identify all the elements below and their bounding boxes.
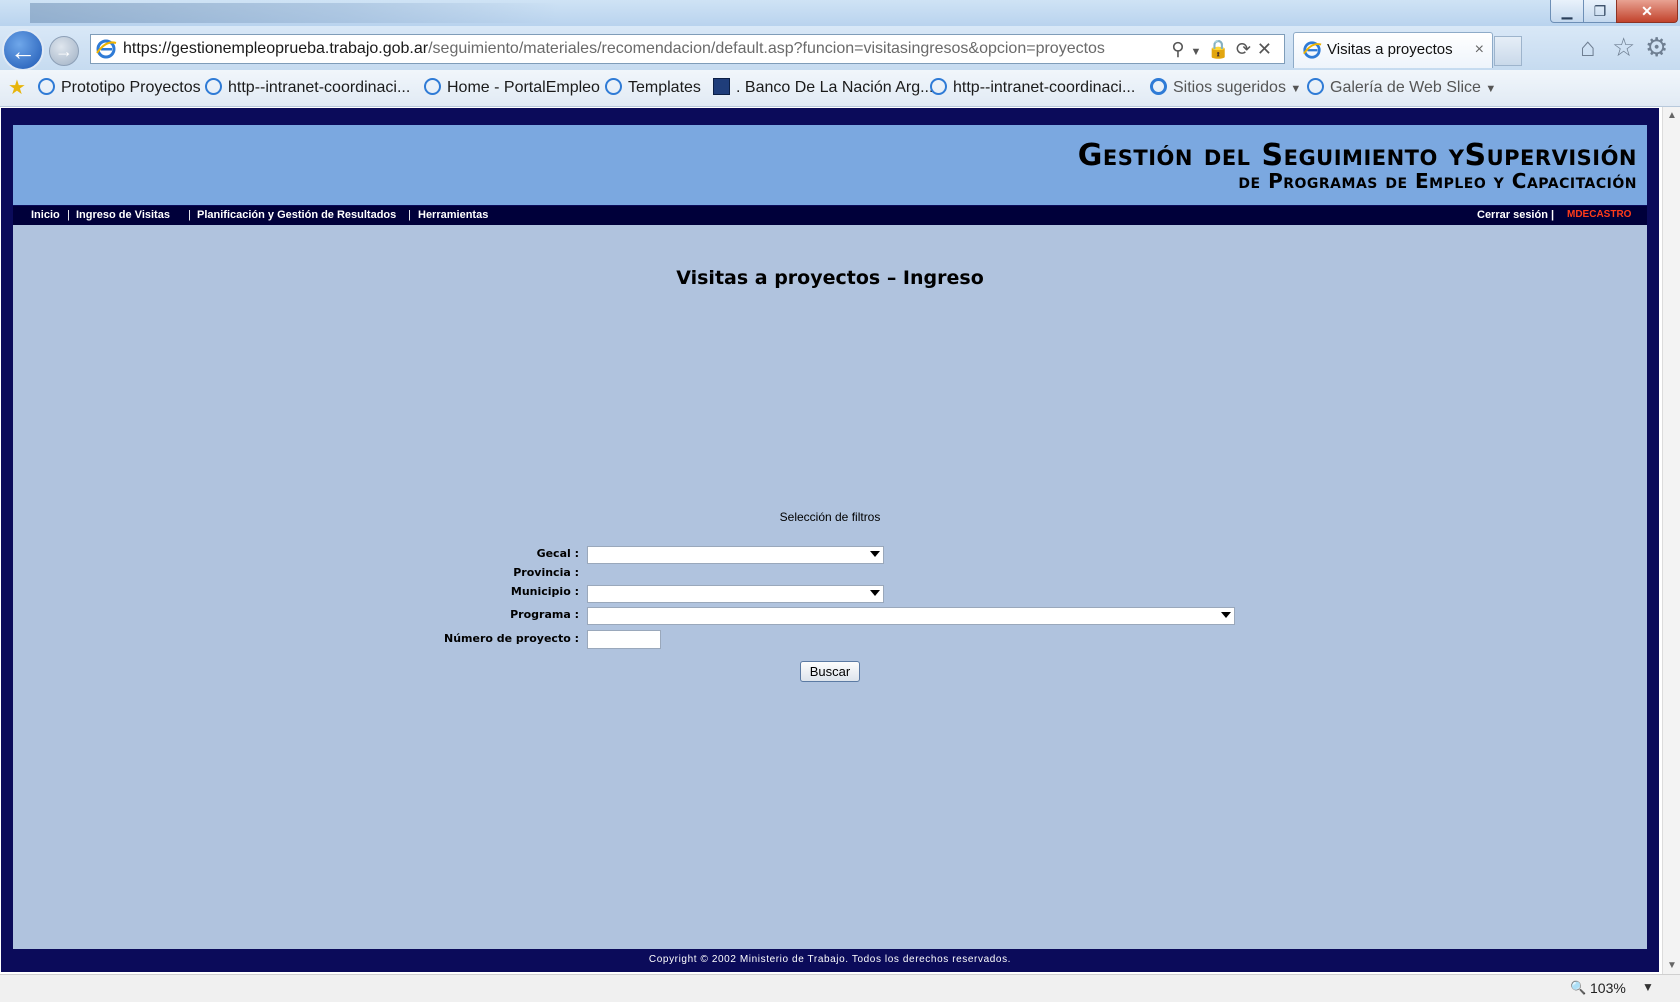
page-title: Visitas a proyectos – Ingreso [676, 267, 984, 289]
gecal-select[interactable] [587, 546, 884, 564]
stop-icon[interactable]: ✕ [1257, 39, 1278, 59]
gear-icon[interactable]: ⚙ [1645, 32, 1668, 63]
chevron-down-icon [1221, 612, 1231, 618]
ie-page-icon [424, 78, 441, 95]
ie-page-icon [605, 78, 622, 95]
dropdown-icon[interactable]: ▼ [1191, 46, 1208, 58]
refresh-icon[interactable]: ⟳ [1236, 39, 1257, 59]
vertical-scrollbar[interactable]: ▲ ▼ [1662, 107, 1680, 974]
scroll-down-icon[interactable]: ▼ [1667, 960, 1677, 971]
zoom-icon[interactable]: 🔍 [1570, 980, 1586, 996]
filters-heading: Selección de filtros [779, 510, 881, 524]
ie-page-icon [38, 78, 55, 95]
municipio-select[interactable] [587, 585, 884, 603]
browser-nav-bar: ← → https://gestionempleoprueba.trabajo.… [0, 26, 1680, 71]
ie-logo-icon [1150, 78, 1167, 95]
favorites-star-icon[interactable]: ☆ [1612, 32, 1635, 63]
footer: Copyright © 2002 Ministerio de Trabajo. … [13, 950, 1647, 970]
municipio-label: Municipio : [510, 585, 579, 598]
url-path: /seguimiento/materiales/recomendacion/de… [428, 40, 1105, 57]
favorite-label: Prototipo Proyectos [61, 79, 201, 96]
favorite-label: Galería de Web Slice [1330, 79, 1481, 96]
search-icon[interactable]: ⚲ [1171, 39, 1190, 59]
zoom-level[interactable]: 103% [1590, 980, 1626, 996]
menu-inicio[interactable]: Inicio [31, 209, 60, 221]
title-bar-ghost [30, 3, 560, 23]
lock-icon[interactable]: 🔒 [1207, 39, 1235, 59]
close-tab-icon[interactable]: × [1475, 33, 1484, 67]
scroll-up-icon[interactable]: ▲ [1667, 110, 1677, 121]
new-tab-button[interactable] [1494, 36, 1522, 66]
favorite-label: Templates [628, 79, 701, 96]
minimize-button[interactable]: ▁ [1550, 0, 1584, 23]
favorite-label: Sitios sugeridos [1173, 79, 1286, 96]
ie-page-icon [1307, 78, 1324, 95]
menu-separator: | [408, 209, 411, 221]
banner-title: Gestión del Seguimiento ySupervisión [1077, 138, 1637, 173]
numero-proyecto-label: Número de proyecto : [444, 632, 579, 645]
address-tools: ⚲▼🔒⟳✕ [1171, 35, 1278, 63]
favorite-link[interactable]: Templates [605, 78, 701, 98]
chevron-down-icon: ▼ [1290, 83, 1302, 95]
username: MDECASTRO [1567, 209, 1632, 220]
numero-proyecto-input[interactable] [587, 630, 661, 649]
maximize-button[interactable]: ❐ [1583, 0, 1617, 23]
ie-logo-icon [1303, 41, 1322, 59]
window-title-bar: ▁ ❐ ✕ [0, 0, 1680, 26]
close-window-button[interactable]: ✕ [1616, 0, 1678, 23]
add-favorite-star-icon[interactable]: ★ [8, 78, 26, 100]
bank-logo-icon [713, 78, 730, 95]
main-menu: Inicio | Ingreso de Visitas | Planificac… [13, 206, 1647, 225]
ie-logo-icon [96, 39, 117, 59]
buscar-button[interactable]: Buscar [800, 661, 860, 682]
ie-page-icon [930, 78, 947, 95]
menu-separator: | [188, 209, 191, 221]
favorite-link[interactable]: Prototipo Proyectos [38, 78, 201, 98]
chevron-down-icon [870, 590, 880, 596]
tab-visitas-a-proyectos[interactable]: Visitas a proyectos × [1293, 32, 1493, 68]
programa-label: Programa : [510, 608, 579, 621]
favorite-link[interactable]: . Banco De La Nación Arg... [713, 78, 933, 98]
copyright-text: Copyright © 2002 Ministerio de Trabajo. … [648, 954, 1012, 965]
menu-ingreso-de-visitas[interactable]: Ingreso de Visitas [76, 209, 170, 221]
main-content: Visitas a proyectos – Ingreso Selección … [13, 225, 1647, 949]
web-slice-gallery-link[interactable]: Galería de Web Slice ▼ [1307, 78, 1496, 99]
page-viewport: Gestión del Seguimiento ySupervisión de … [0, 107, 1662, 974]
sitios-sugeridos-link[interactable]: Sitios sugeridos ▼ [1150, 78, 1301, 99]
favorite-label: . Banco De La Nación Arg... [736, 79, 934, 96]
chevron-down-icon[interactable]: ▼ [1642, 980, 1654, 994]
favorite-label: http--intranet-coordinaci... [953, 79, 1136, 96]
header-banner: Gestión del Seguimiento ySupervisión de … [13, 125, 1647, 205]
gecal-label: Gecal : [536, 547, 579, 560]
menu-herramientas[interactable]: Herramientas [418, 209, 488, 221]
home-icon[interactable]: ⌂ [1580, 32, 1596, 63]
tab-title: Visitas a proyectos [1327, 41, 1453, 58]
logout-link[interactable]: Cerrar sesión | [1477, 209, 1554, 221]
provincia-label: Provincia : [513, 566, 579, 579]
url-text[interactable]: https://gestionempleoprueba.trabajo.gob.… [123, 35, 1105, 63]
favorite-link[interactable]: Home - PortalEmpleo [424, 78, 600, 98]
page-frame: Gestión del Seguimiento ySupervisión de … [1, 108, 1659, 972]
programa-select[interactable] [587, 607, 1235, 625]
favorite-link[interactable]: http--intranet-coordinaci... [930, 78, 1135, 98]
address-bar[interactable]: https://gestionempleoprueba.trabajo.gob.… [90, 34, 1285, 64]
forward-arrow-icon[interactable]: → [49, 36, 79, 66]
favorite-label: http--intranet-coordinaci... [228, 79, 411, 96]
favorites-bar: ★ Prototipo Proyectos http--intranet-coo… [0, 70, 1680, 107]
favorite-link[interactable]: http--intranet-coordinaci... [205, 78, 410, 98]
ie-page-icon [205, 78, 222, 95]
favorite-label: Home - PortalEmpleo [447, 79, 600, 96]
chevron-down-icon [870, 551, 880, 557]
back-arrow-icon[interactable]: ← [2, 29, 44, 71]
banner-subtitle: de Programas de Empleo y Capacitación [1238, 169, 1637, 193]
url-host: https://gestionempleoprueba.trabajo.gob.… [123, 40, 429, 57]
menu-planificacion[interactable]: Planificación y Gestión de Resultados [197, 209, 396, 221]
status-bar: 🔍 103% ▼ [0, 974, 1680, 1002]
menu-separator: | [67, 209, 70, 221]
chevron-down-icon: ▼ [1485, 83, 1497, 95]
